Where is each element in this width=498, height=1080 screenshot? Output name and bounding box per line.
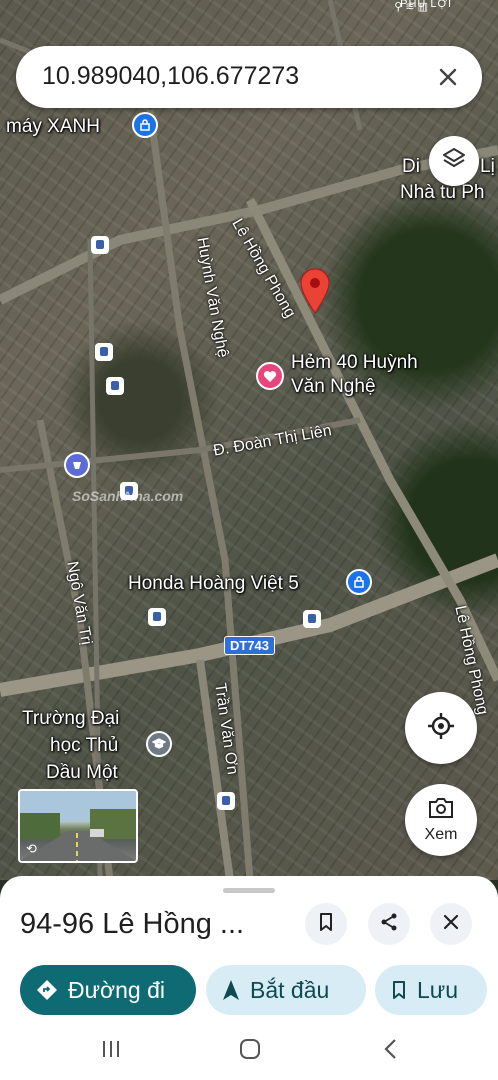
store-pin-icon[interactable]	[132, 112, 158, 138]
my-location-button[interactable]	[405, 692, 477, 764]
share-icon	[379, 912, 399, 937]
search-bar[interactable]: 10.989040,106.677273	[16, 46, 482, 108]
layers-button[interactable]	[429, 136, 479, 186]
street-view-thumbnail[interactable]: ⟲	[18, 789, 138, 863]
directions-label: Đường đi	[68, 976, 165, 1003]
route-shield-badge: DT743	[224, 636, 276, 655]
bus-stop-icon[interactable]	[148, 608, 166, 626]
layers-icon	[441, 146, 467, 177]
navigation-arrow-icon	[222, 979, 240, 1001]
recent-apps-icon[interactable]	[98, 1036, 124, 1062]
bus-stop-icon[interactable]	[217, 792, 235, 810]
status-bar: ⚲ ≋ ▥ PHÚ LỢI	[0, 0, 498, 14]
system-nav-bar	[0, 1018, 498, 1080]
poi-label-hem40-line1[interactable]: Hẻm 40 Huỳnh	[291, 352, 418, 375]
bus-stop-icon[interactable]	[303, 610, 321, 628]
bus-stop-icon[interactable]	[106, 377, 124, 395]
status-place-label: PHÚ LỢI	[400, 0, 452, 10]
heart-pin-icon[interactable]	[256, 362, 284, 390]
poi-label-university-line2[interactable]: học Thủ	[50, 735, 118, 758]
back-icon[interactable]	[377, 1036, 403, 1062]
save-button[interactable]: Lưu	[375, 965, 487, 1015]
bookmark-button[interactable]	[305, 903, 347, 945]
poi-label-li[interactable]: Lị	[480, 156, 495, 179]
close-icon	[443, 914, 459, 935]
poi-label-store[interactable]: máy XANH	[6, 116, 100, 139]
crosshair-icon	[426, 711, 456, 746]
close-sheet-button[interactable]	[430, 903, 472, 945]
camera-icon	[428, 797, 454, 824]
location-pin-icon[interactable]	[300, 268, 330, 319]
poi-label-prison[interactable]: Nhà tù Ph	[400, 182, 485, 205]
bus-stop-icon[interactable]	[95, 343, 113, 361]
school-pin-icon[interactable]	[146, 731, 172, 757]
poi-label-hem40-line2[interactable]: Văn Nghệ	[291, 376, 376, 399]
poi-label-honda[interactable]: Honda Hoàng Việt 5	[128, 573, 299, 596]
poi-label-university-line3[interactable]: Dầu Một	[46, 762, 118, 785]
lens-view-label: Xem	[424, 825, 458, 843]
sheet-drag-handle[interactable]	[223, 888, 275, 893]
rotate-360-icon: ⟲	[26, 841, 37, 856]
bus-stop-icon[interactable]	[91, 236, 109, 254]
street-view-image	[20, 791, 136, 861]
map-view[interactable]: máy XANH Di Lị Nhà tù Ph Lê Hồng Phong H…	[0, 0, 498, 880]
start-label: Bắt đầu	[250, 976, 330, 1003]
poi-label-university-line1[interactable]: Trường Đại	[22, 708, 119, 731]
cinema-pin-icon[interactable]	[64, 452, 90, 478]
shop-pin-icon[interactable]	[346, 569, 372, 595]
lens-view-button[interactable]: Xem	[405, 784, 477, 856]
home-icon[interactable]	[237, 1036, 263, 1062]
share-button[interactable]	[368, 903, 410, 945]
bookmark-icon	[318, 912, 334, 937]
search-input[interactable]: 10.989040,106.677273	[42, 62, 299, 91]
poi-label-di[interactable]: Di	[402, 156, 420, 179]
save-label: Lưu	[417, 976, 458, 1003]
start-button[interactable]: Bắt đầu	[206, 965, 366, 1015]
watermark-logo: SoSanhNha.com	[72, 488, 184, 504]
directions-icon	[36, 979, 58, 1001]
place-title: 94-96 Lê Hồng ...	[20, 908, 245, 940]
bookmark-icon	[391, 980, 407, 1000]
directions-button[interactable]: Đường đi	[20, 965, 196, 1015]
close-icon[interactable]	[432, 61, 464, 93]
